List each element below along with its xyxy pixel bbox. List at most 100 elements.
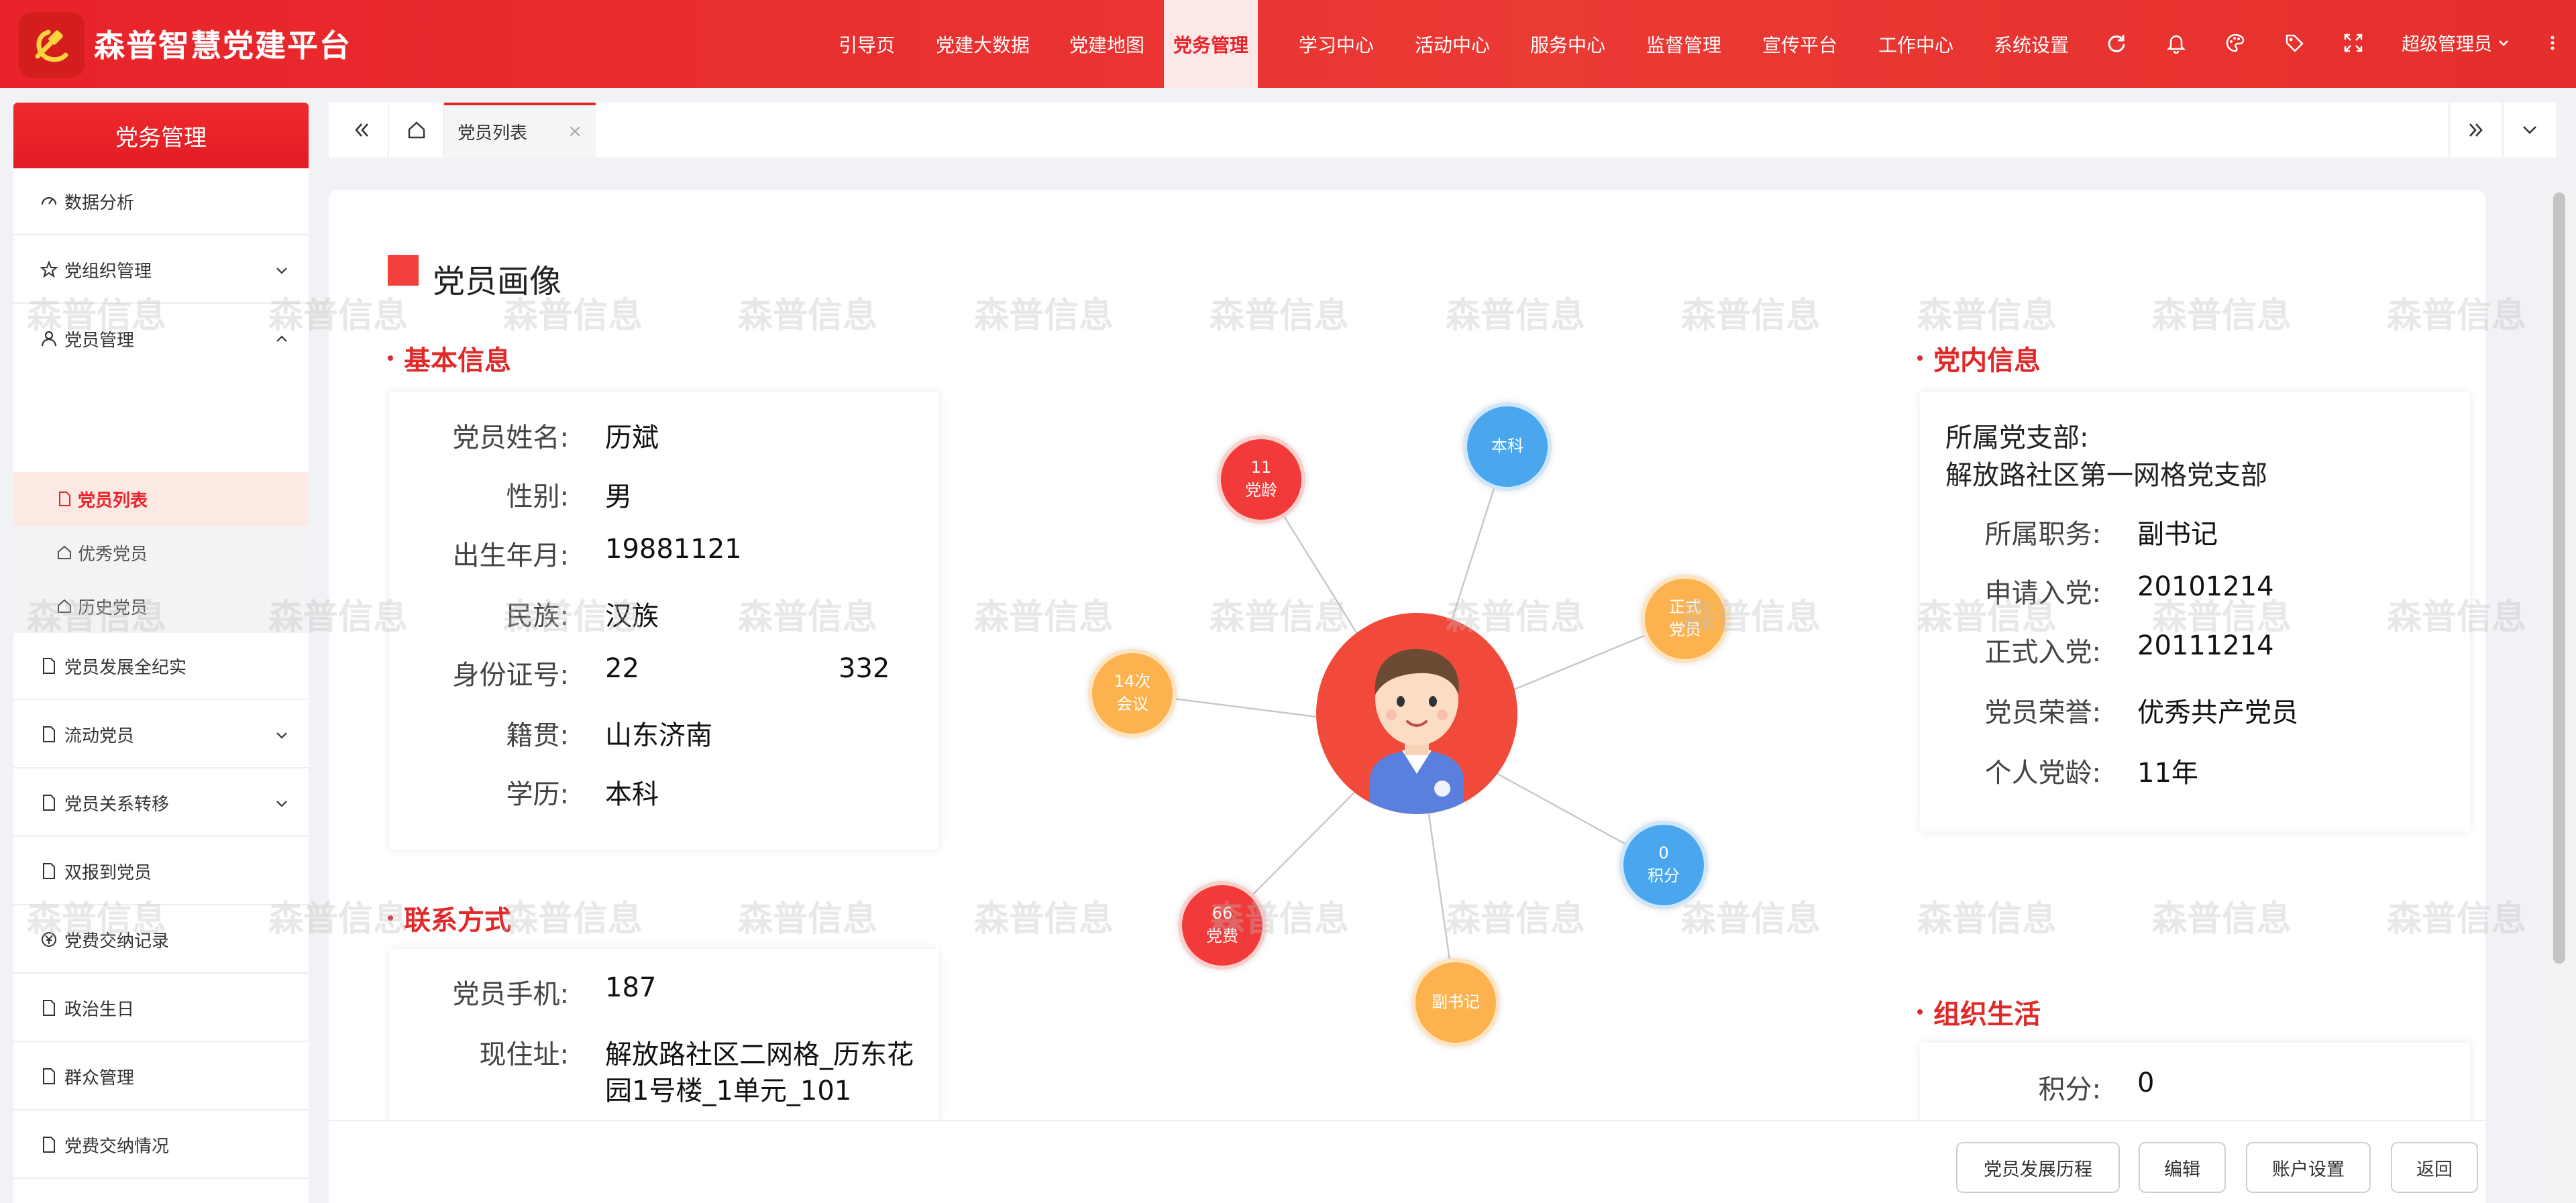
doc-icon — [39, 656, 59, 676]
tab-bar: 党员列表 × — [329, 103, 2556, 158]
info-label: 性别: — [506, 481, 569, 512]
sidebar-item-relation-transfer[interactable]: 党员关系转移 — [13, 770, 309, 837]
info-value: 187 — [605, 972, 657, 1003]
doc-icon — [39, 724, 59, 744]
sidebar-item-label: 党员管理 — [64, 330, 135, 351]
home-icon — [55, 597, 74, 616]
bubble-education[interactable]: 本科 — [1463, 402, 1552, 491]
bubble-line1: 11 — [1250, 458, 1272, 477]
nav-study[interactable]: 学习中心 — [1289, 0, 1383, 88]
sidebar-item-dues-status[interactable]: 党费交纳情况 — [13, 1112, 309, 1179]
home-icon — [55, 543, 74, 562]
info-label: 党员荣誉: — [1984, 697, 2101, 728]
palette-icon[interactable] — [2222, 30, 2249, 56]
bubble-line1: 0 — [1658, 844, 1669, 863]
section-title-text: 基本信息 — [404, 345, 511, 376]
section-dot — [1917, 1009, 1923, 1015]
bubble-party-age[interactable]: 11 党龄 — [1217, 435, 1305, 524]
member-portrait-graph: 11 党龄 本科 正式 党员 14次 会议 0 积分 66 党费 副书记 — [1033, 376, 1771, 1080]
nav-supervision[interactable]: 监督管理 — [1637, 0, 1731, 88]
tag-icon[interactable] — [2281, 30, 2308, 56]
sidebar-item-member-management[interactable]: 党员管理 — [13, 305, 309, 372]
star-icon — [39, 260, 59, 280]
user-menu[interactable]: 超级管理员 — [2402, 30, 2511, 56]
more-vertical-icon[interactable] — [2539, 30, 2566, 56]
nav-big-data[interactable]: 党建大数据 — [926, 0, 1040, 88]
scroll-right-icon[interactable] — [2449, 103, 2502, 158]
bubble-formal-member[interactable]: 正式 党员 — [1641, 575, 1729, 663]
chevron-down-icon[interactable] — [2502, 103, 2556, 158]
member-avatar — [1316, 613, 1517, 814]
info-label: 籍贯: — [506, 720, 569, 751]
development-history-button[interactable]: 党员发展历程 — [1956, 1142, 2120, 1193]
bubble-meetings[interactable]: 14次 会议 — [1088, 649, 1177, 738]
info-value: 20111214 — [2137, 630, 2274, 661]
scrollbar-thumb[interactable] — [2553, 192, 2565, 964]
bubble-line2: 党龄 — [1245, 481, 1277, 500]
section-title-text: 组织生活 — [1933, 999, 2041, 1030]
bubble-points[interactable]: 0 积分 — [1619, 821, 1708, 909]
tab-member-list[interactable]: 党员列表 × — [444, 103, 596, 158]
info-label: 党员姓名: — [452, 422, 569, 453]
nav-publicity[interactable]: 宣传平台 — [1753, 0, 1847, 88]
dashboard-icon — [39, 191, 59, 211]
refresh-icon[interactable] — [2103, 30, 2130, 56]
doc-icon — [39, 861, 59, 881]
info-label: 现住址: — [479, 1039, 569, 1070]
account-settings-button[interactable]: 账户设置 — [2246, 1142, 2371, 1193]
sidebar-title: 党务管理 — [13, 103, 309, 168]
nav-party-affairs[interactable]: 党务管理 — [1164, 0, 1258, 88]
info-value: 19881121 — [605, 534, 742, 565]
info-value: 22 — [605, 653, 639, 684]
info-label: 所属职务: — [1984, 519, 2101, 550]
edit-button[interactable]: 编辑 — [2139, 1142, 2226, 1193]
sidebar-item-data-analysis[interactable]: 数据分析 — [13, 168, 309, 235]
sidebar-item-political-birthday[interactable]: 政治生日 — [13, 975, 309, 1042]
nav-guide[interactable]: 引导页 — [826, 0, 907, 88]
bell-icon[interactable] — [2163, 30, 2190, 56]
sidebar-item-development-record[interactable]: 党员发展全纪实 — [13, 633, 309, 700]
sidebar-subitem-label: 优秀党员 — [78, 544, 148, 565]
sidebar-item-label: 党费交纳记录 — [64, 931, 170, 952]
nav-settings[interactable]: 系统设置 — [1984, 0, 2078, 88]
chevron-down-icon — [276, 268, 287, 274]
bubble-position[interactable]: 副书记 — [1411, 958, 1500, 1047]
sidebar-subitem-excellent-members[interactable]: 优秀党员 — [13, 526, 309, 579]
info-value: 男 — [605, 481, 632, 512]
sidebar-subitem-member-list[interactable]: 党员列表 — [13, 472, 309, 526]
sidebar-item-dual-report[interactable]: 双报到党员 — [13, 838, 309, 905]
bubble-line1: 正式 — [1669, 597, 1701, 617]
chevron-down-icon — [276, 801, 287, 807]
user-icon — [39, 329, 59, 349]
info-label: 正式入党: — [1984, 637, 2101, 668]
info-value: 汉族 — [605, 601, 659, 632]
info-value: 11年 — [2137, 758, 2198, 789]
home-icon[interactable] — [390, 103, 444, 158]
info-label: 民族: — [506, 601, 569, 632]
sidebar-item-label: 群众管理 — [64, 1068, 135, 1088]
nav-work[interactable]: 工作中心 — [1869, 0, 1963, 88]
sidebar-item-masses-management[interactable]: 群众管理 — [13, 1043, 309, 1110]
bubble-dues[interactable]: 66 党费 — [1178, 881, 1267, 970]
chevron-down-icon — [276, 732, 287, 739]
doc-icon — [39, 1135, 59, 1155]
sidebar-subitem-label: 历史党员 — [78, 597, 148, 618]
info-value: 优秀共产党员 — [2137, 697, 2298, 728]
back-button[interactable]: 返回 — [2391, 1142, 2478, 1193]
info-label: 积分: — [2038, 1074, 2101, 1105]
sidebar-item-label: 党员关系转移 — [64, 794, 170, 815]
chevron-up-icon — [276, 335, 287, 342]
sidebar-item-label: 党费交纳情况 — [64, 1136, 170, 1157]
sidebar-subitem-history-members[interactable]: 历史党员 — [13, 579, 309, 633]
close-icon[interactable]: × — [568, 121, 582, 141]
fullscreen-icon[interactable] — [2340, 30, 2367, 56]
sidebar-item-org-management[interactable]: 党组织管理 — [13, 237, 309, 304]
nav-map[interactable]: 党建地图 — [1060, 0, 1154, 88]
nav-activity[interactable]: 活动中心 — [1405, 0, 1499, 88]
nav-service[interactable]: 服务中心 — [1521, 0, 1615, 88]
org-life-title: 组织生活 — [1917, 992, 2041, 1031]
sidebar-item-dues-record[interactable]: 党费交纳记录 — [13, 907, 309, 974]
party-info-title: 党内信息 — [1917, 339, 2041, 378]
sidebar-item-floating-members[interactable]: 流动党员 — [13, 701, 309, 768]
collapse-left-icon[interactable] — [335, 103, 389, 158]
